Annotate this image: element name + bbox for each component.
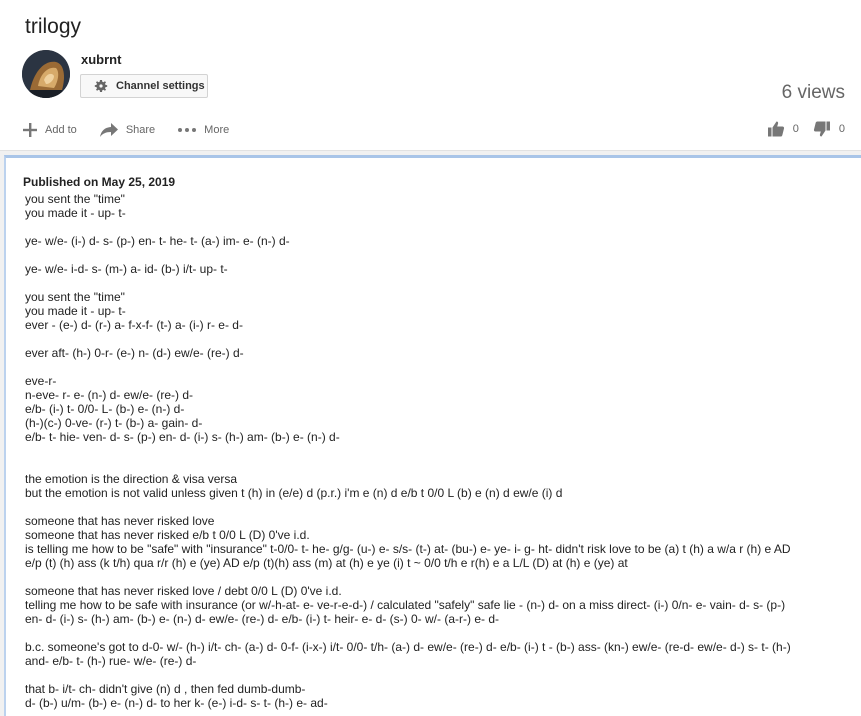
like-button[interactable]: 0 [767,120,799,138]
channel-settings-button[interactable]: Channel settings [80,74,208,98]
description-text: you sent the "time" you made it - up- t-… [25,192,791,710]
view-count: 6 views [781,82,845,103]
thumbs-up-icon [767,121,784,137]
channel-name[interactable]: xubrnt [81,52,121,67]
like-count: 0 [792,123,799,135]
dislike-button[interactable]: 0 [813,120,845,138]
plus-icon [23,123,37,137]
video-title: trilogy [25,15,82,38]
action-bar: Add to Share More [22,120,251,140]
more-dots-icon [178,128,197,132]
more-button[interactable]: More [177,124,229,136]
add-to-button[interactable]: Add to [22,122,77,138]
more-label: More [204,124,230,136]
ratings: 0 0 [753,120,845,138]
share-arrow-icon [99,123,118,137]
dislike-count: 0 [838,123,845,135]
share-label: Share [125,124,156,136]
channel-settings-label: Channel settings [116,80,205,92]
avatar-image [22,50,70,98]
thumbs-down-icon [813,121,830,137]
description-card: Published on May 25, 2019 you sent the "… [4,155,861,716]
channel-avatar[interactable] [22,50,70,98]
share-button[interactable]: Share [99,122,155,138]
video-info-card: trilogy xubrnt Channel settings 6 views … [0,0,861,151]
add-to-label: Add to [45,124,77,136]
publish-date: Published on May 25, 2019 [23,175,176,189]
gear-icon [94,80,108,92]
